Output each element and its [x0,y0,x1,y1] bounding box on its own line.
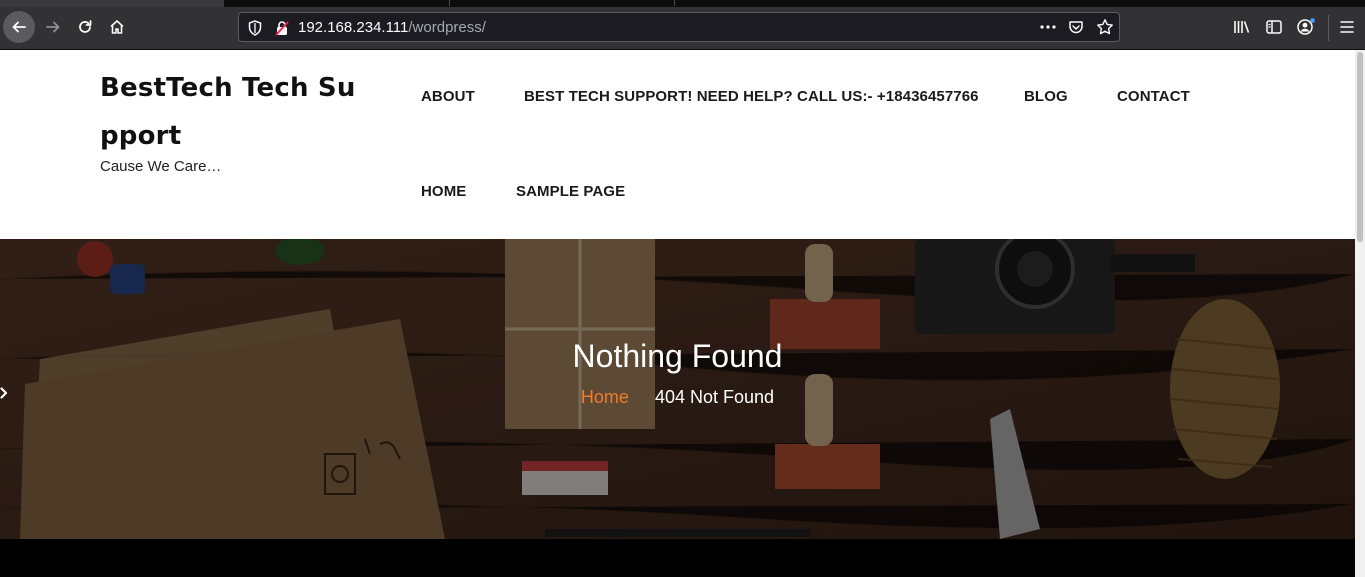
nav-item-sample-page[interactable]: SAMPLE PAGE [516,183,625,200]
web-page: BestTech Tech Support Cause We Care… ABO… [0,50,1355,577]
scrollbar-thumb[interactable] [1357,52,1363,242]
sidebar-icon[interactable] [1265,18,1283,36]
tab-strip [0,0,1365,7]
nav-item-blog[interactable]: BLOG [1024,88,1068,105]
page-title: Nothing Found [572,338,783,374]
tab-separator [449,0,450,6]
site-header: BestTech Tech Support Cause We Care… ABO… [0,50,1355,239]
nav-item-tech-support[interactable]: BEST TECH SUPPORT! NEED HELP? CALL US:- … [524,88,979,105]
bookmark-star-icon[interactable] [1096,18,1114,36]
breadcrumb-home-link[interactable]: Home [581,387,629,407]
content-area-dark [0,539,1355,577]
home-button[interactable] [101,11,133,43]
browser-toolbar: 192.168.234.111/wordpress/ [0,7,1365,50]
toolbar-divider [1328,15,1329,41]
url-text[interactable]: 192.168.234.111/wordpress/ [298,19,486,36]
pocket-icon[interactable] [1068,19,1084,35]
url-host: 192.168.234.111 [298,19,409,36]
site-title[interactable]: BestTech Tech Support [100,64,365,160]
hero-banner: Nothing Found Home 404 Not Found [0,239,1355,539]
arrow-left-icon [12,21,26,33]
page-scrollbar[interactable] [1355,50,1365,577]
hamburger-menu-icon[interactable] [1339,18,1355,36]
nav-item-contact[interactable]: CONTACT [1117,88,1190,105]
home-icon [110,20,124,34]
reload-icon [79,20,92,33]
tab-separator [674,0,675,6]
nav-item-about[interactable]: ABOUT [421,88,475,105]
forward-button[interactable] [37,11,69,43]
nav-item-home[interactable]: HOME [421,183,466,200]
reload-button[interactable] [69,11,101,43]
arrow-right-icon [46,21,60,33]
breadcrumb: Home 404 Not Found [0,387,1355,408]
url-path: /wordpress/ [408,19,486,36]
breadcrumb-current: 404 Not Found [654,387,775,407]
url-bar[interactable]: 192.168.234.111/wordpress/ [238,12,1120,42]
back-button[interactable] [3,11,35,43]
shield-icon[interactable] [248,20,262,36]
site-tagline: Cause We Care… [100,158,222,175]
active-tab[interactable] [0,0,224,7]
more-actions-icon[interactable] [1039,19,1057,35]
library-icon[interactable] [1233,18,1251,36]
insecure-lock-icon[interactable] [275,20,289,36]
account-icon[interactable] [1296,18,1316,36]
